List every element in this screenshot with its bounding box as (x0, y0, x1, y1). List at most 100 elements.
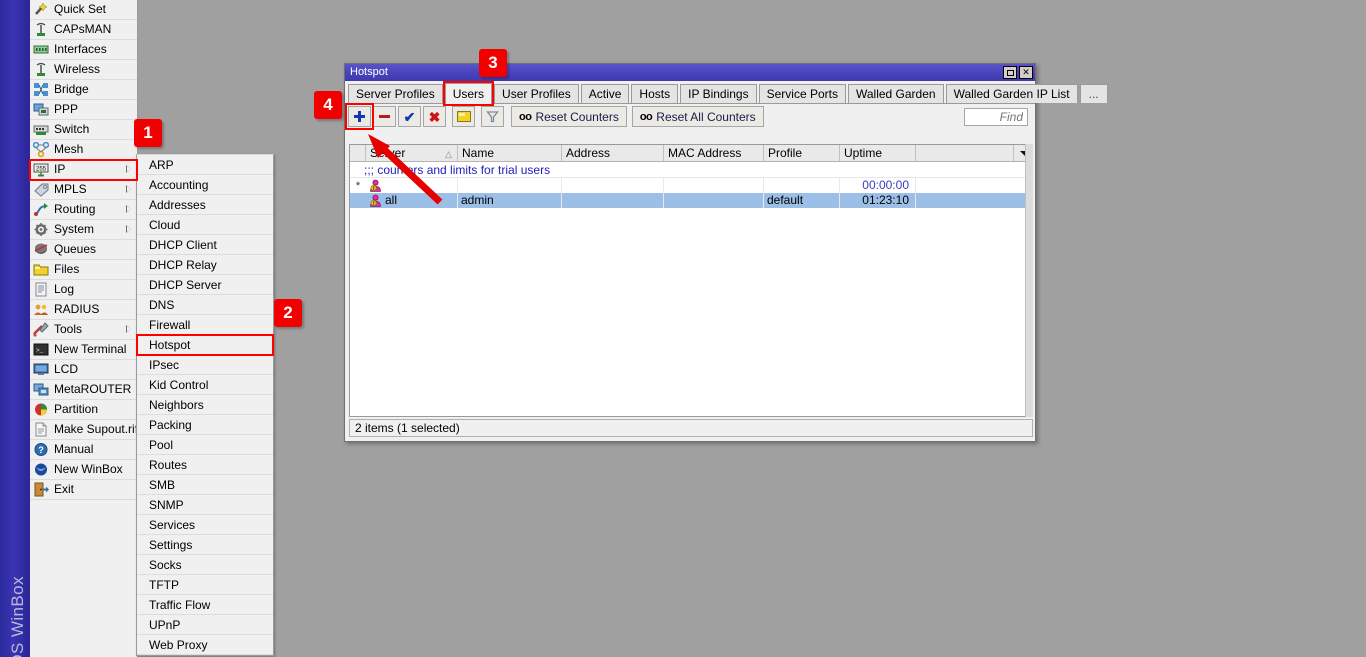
sidebar-item-lcd[interactable]: LCD (30, 360, 137, 380)
tab-label: User Profiles (502, 88, 571, 101)
table-header-address[interactable]: Address (562, 145, 664, 161)
cell-profile: default (764, 193, 840, 208)
submenu-item-routes[interactable]: Routes (137, 455, 273, 475)
tab-active[interactable]: Active (581, 84, 630, 103)
main-menu-sidebar[interactable]: Quick SetCAPsMANInterfacesWirelessBridge… (30, 0, 138, 657)
table-header-row[interactable]: Server△NameAddressMAC AddressProfileUpti… (350, 145, 1032, 162)
hotspot-tabbar[interactable]: Server ProfilesUsers User Profiles Active H… (345, 81, 1035, 104)
ip-submenu[interactable]: ARPAccountingAddressesCloudDHCP ClientDH… (136, 154, 274, 656)
find-input[interactable] (964, 108, 1028, 126)
submenu-item-arp[interactable]: ARP (137, 155, 273, 175)
sidebar-item-switch[interactable]: Switch (30, 120, 137, 140)
submenu-item-hotspot[interactable]: Hotspot (137, 335, 273, 355)
submenu-item-pool[interactable]: Pool (137, 435, 273, 455)
tab-ip-bindings[interactable]: IP Bindings (680, 84, 757, 103)
sidebar-item-radius[interactable]: RADIUS (30, 300, 137, 320)
table-row[interactable]: alladmindefault01:23:10 (350, 193, 1032, 208)
sidebar-item-bridge[interactable]: Bridge (30, 80, 137, 100)
sidebar-item-new-terminal[interactable]: >_New Terminal (30, 340, 137, 360)
tab-walled-garden-ip-list[interactable]: Walled Garden IP List (946, 84, 1078, 103)
submenu-item-ipsec[interactable]: IPsec (137, 355, 273, 375)
table-comment-row[interactable]: ;;; counters and limits for trial users (350, 162, 1032, 178)
sidebar-item-mpls[interactable]: MPLS (30, 180, 137, 200)
sidebar-item-quick-set[interactable]: Quick Set (30, 0, 137, 20)
submenu-item-neighbors[interactable]: Neighbors (137, 395, 273, 415)
tab-user-profiles[interactable]: User Profiles (494, 84, 579, 103)
enable-button[interactable]: ✔ (398, 106, 421, 127)
sidebar-item-partition[interactable]: Partition (30, 400, 137, 420)
sidebar-item-mesh[interactable]: Mesh (30, 140, 137, 160)
sidebar-item-metarouter[interactable]: MetaROUTER (30, 380, 137, 400)
submenu-item-packing[interactable]: Packing (137, 415, 273, 435)
sidebar-item-label: Files (54, 263, 79, 276)
sidebar-item-ip[interactable]: 255IP (30, 160, 137, 180)
submenu-item-settings[interactable]: Settings (137, 535, 273, 555)
table-header-server[interactable]: Server△ (366, 145, 458, 161)
submenu-item-web-proxy[interactable]: Web Proxy (137, 635, 273, 655)
sidebar-item-make-supout-rif[interactable]: Make Supout.rif (30, 420, 137, 440)
sidebar-item-tools[interactable]: Tools (30, 320, 137, 340)
tab-walled-garden[interactable]: Walled Garden (848, 84, 944, 103)
submenu-item-dhcp-client[interactable]: DHCP Client (137, 235, 273, 255)
add-button[interactable] (348, 106, 371, 127)
sidebar-item-queues[interactable]: Queues (30, 240, 137, 260)
submenu-item-snmp[interactable]: SNMP (137, 495, 273, 515)
table-header-name[interactable]: Name (458, 145, 562, 161)
submenu-item-upnp[interactable]: UPnP (137, 615, 273, 635)
tab-hosts[interactable]: Hosts (631, 84, 678, 103)
submenu-item-label: SNMP (149, 498, 184, 512)
submenu-item-traffic-flow[interactable]: Traffic Flow (137, 595, 273, 615)
sidebar-item-wireless[interactable]: Wireless (30, 60, 137, 80)
partition-icon (33, 402, 50, 418)
submenu-item-smb[interactable]: SMB (137, 475, 273, 495)
submenu-item-label: SMB (149, 478, 175, 492)
submenu-item-tftp[interactable]: TFTP (137, 575, 273, 595)
exit-icon (33, 482, 50, 498)
reset-counters-button[interactable]: oo Reset Counters (511, 106, 627, 127)
window-titlebar[interactable]: Hotspot ✕ (345, 64, 1035, 81)
filter-button[interactable] (481, 106, 504, 127)
submenu-item-socks[interactable]: Socks (137, 555, 273, 575)
restore-button[interactable] (1003, 66, 1017, 79)
table-header-profile[interactable]: Profile (764, 145, 840, 161)
close-button[interactable]: ✕ (1019, 66, 1033, 79)
submenu-item-dhcp-server[interactable]: DHCP Server (137, 275, 273, 295)
table-header-mac-address[interactable]: MAC Address (664, 145, 764, 161)
submenu-item-kid-control[interactable]: Kid Control (137, 375, 273, 395)
reset-all-counters-button[interactable]: oo Reset All Counters (632, 106, 764, 127)
tab-label: Active (589, 88, 622, 101)
submenu-item-accounting[interactable]: Accounting (137, 175, 273, 195)
remove-button[interactable] (373, 106, 396, 127)
submenu-item-services[interactable]: Services (137, 515, 273, 535)
submenu-item-dns[interactable]: DNS (137, 295, 273, 315)
brand-strip: RouterOS WinBox (0, 0, 30, 657)
sidebar-item-log[interactable]: Log (30, 280, 137, 300)
sidebar-item-capsman[interactable]: CAPsMAN (30, 20, 137, 40)
sidebar-item-manual[interactable]: ?Manual (30, 440, 137, 460)
tab-service-ports[interactable]: Service Ports (759, 84, 846, 103)
table-row[interactable]: *00:00:00 (350, 178, 1032, 193)
sidebar-item-label: Switch (54, 123, 89, 136)
comment-button[interactable] (452, 106, 475, 127)
submenu-item-cloud[interactable]: Cloud (137, 215, 273, 235)
tab-[interactable]: ... (1080, 84, 1108, 103)
sidebar-item-new-winbox[interactable]: New WinBox (30, 460, 137, 480)
sidebar-item-ppp[interactable]: PPP (30, 100, 137, 120)
submenu-item-firewall[interactable]: Firewall (137, 315, 273, 335)
sidebar-item-interfaces[interactable]: Interfaces (30, 40, 137, 60)
table-vertical-scrollbar[interactable] (1025, 144, 1033, 417)
sidebar-item-system[interactable]: System (30, 220, 137, 240)
table-header-flag[interactable] (350, 145, 366, 161)
counter-badge-icon-2: oo (640, 111, 652, 123)
submenu-item-label: Traffic Flow (149, 598, 210, 612)
tab-label: Walled Garden (856, 88, 936, 101)
sidebar-item-exit[interactable]: Exit (30, 480, 137, 500)
sidebar-item-routing[interactable]: Routing (30, 200, 137, 220)
tab-server-profiles[interactable]: Server Profiles (348, 84, 443, 103)
sidebar-item-files[interactable]: Files (30, 260, 137, 280)
table-header-uptime[interactable]: Uptime (840, 145, 916, 161)
submenu-item-dhcp-relay[interactable]: DHCP Relay (137, 255, 273, 275)
tab-users[interactable]: Users (445, 83, 492, 104)
submenu-item-addresses[interactable]: Addresses (137, 195, 273, 215)
disable-button[interactable]: ✖ (423, 106, 446, 127)
